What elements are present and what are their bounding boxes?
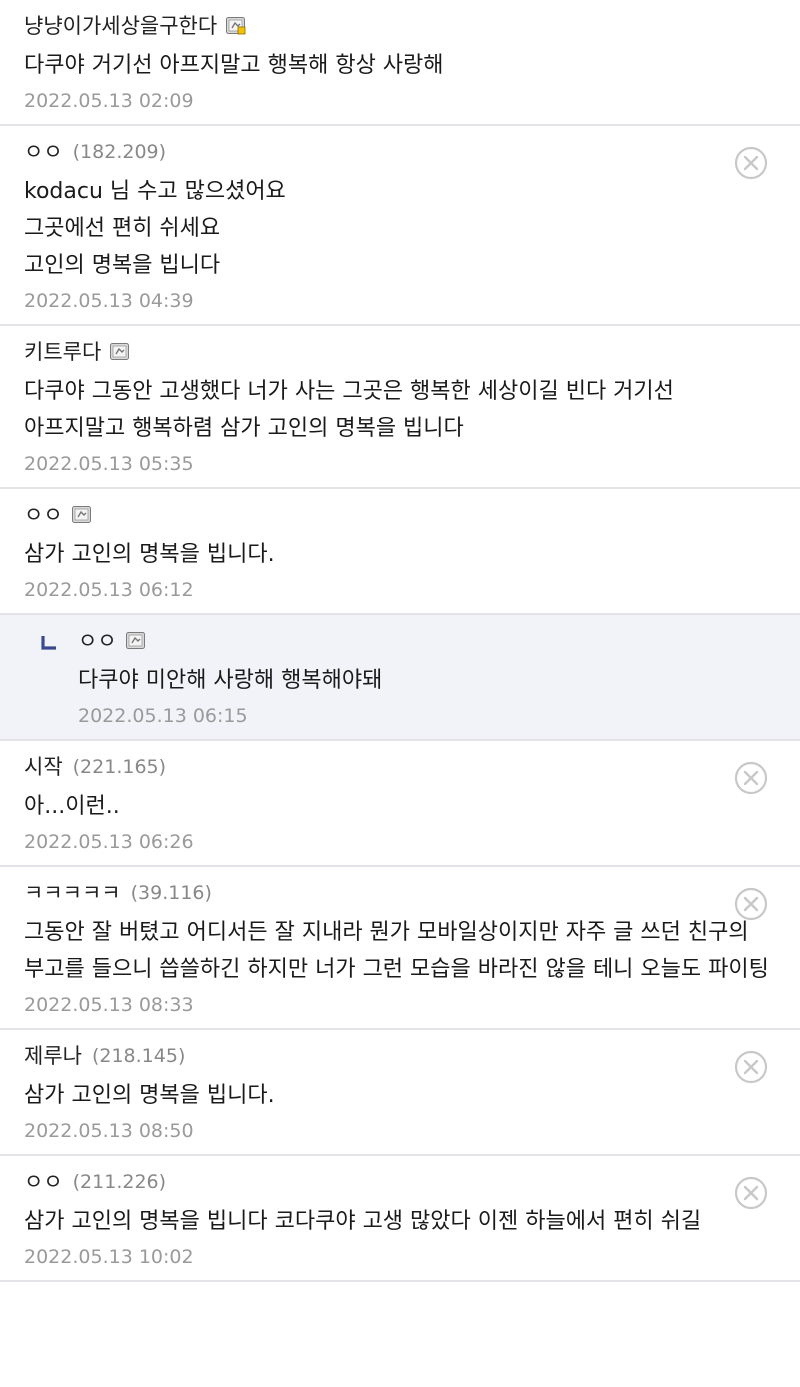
comment-header: ㅇㅇ (78, 624, 776, 658)
comment-item: ㅋㅋㅋㅋㅋ (39.116) 그동안 잘 버텼고 어디서든 잘 지내라 뭔가 모바일… (0, 867, 800, 1030)
comment-body: 다쿠야 거기선 아프지말고 행복해 항상 사랑해 (24, 47, 776, 84)
manager-badge-icon (226, 17, 246, 35)
comment-header: 냥냥이가세상을구한다 (24, 9, 776, 43)
comment-date: 2022.05.13 06:26 (24, 831, 194, 853)
member-badge-icon (125, 632, 146, 650)
comment-text-line: 다쿠야 미안해 사랑해 행복해야돼 (78, 668, 383, 693)
comment-text-line: 그동안 잘 버텼고 어디서든 잘 지내라 뭔가 모바일상이지만 자주 글 쓰던 … (24, 920, 769, 982)
comment-body: 다쿠야 그동안 고생했다 너가 사는 그곳은 행복한 세상이길 빈다 거기선 아… (24, 373, 776, 447)
comment-text-line: 삼가 고인의 명복을 빕니다. (24, 1083, 275, 1108)
member-badge-icon (71, 506, 92, 524)
comment-author-ip: (221.165) (72, 756, 167, 778)
comment-header: ㅋㅋㅋㅋㅋ (39.116) (24, 876, 776, 910)
comment-list: 냥냥이가세상을구한다다쿠야 거기선 아프지말고 행복해 항상 사랑해 2022.0… (0, 0, 800, 1387)
comment-body: 삼가 고인의 명복을 빕니다 코다쿠야 고생 많았다 이젠 하늘에서 편히 쉬길 (24, 1203, 776, 1240)
comment-author[interactable]: ㅋㅋㅋㅋㅋ (24, 876, 121, 910)
comment-header: ㅇㅇ (211.226) (24, 1165, 776, 1199)
comment-item: ㅇㅇ (182.209) kodacu 님 수고 많으셨어요그곳에선 편히 쉬세요고… (0, 126, 800, 326)
comment-text-line: 그곳에선 편히 쉬세요 (24, 216, 221, 241)
delete-comment-button[interactable] (734, 887, 768, 921)
comment-item: ㅇㅇ (211.226) 삼가 고인의 명복을 빕니다 코다쿠야 고생 많았다 이젠… (0, 1156, 800, 1282)
comment-author[interactable]: ㅇㅇ (24, 498, 63, 532)
comment-header: 시작 (221.165) (24, 750, 776, 784)
comment-date: 2022.05.13 05:35 (24, 453, 194, 475)
comment-body: 다쿠야 미안해 사랑해 행복해야돼 (78, 662, 776, 699)
comment-text-line: 아...이런.. (24, 794, 120, 819)
comment-header: ㅇㅇ (182.209) (24, 135, 776, 169)
comment-author[interactable]: 시작 (24, 750, 63, 784)
comment-text-line: 다쿠야 거기선 아프지말고 행복해 항상 사랑해 (24, 53, 444, 78)
comment-item: ㅇㅇ 삼가 고인의 명복을 빕니다. 2022.05.13 06:12 (0, 489, 800, 615)
delete-comment-button[interactable] (734, 1050, 768, 1084)
comment-date: 2022.05.13 06:12 (24, 579, 194, 601)
comment-date: 2022.05.13 02:09 (24, 90, 194, 112)
member-badge-icon (110, 343, 130, 361)
delete-comment-button[interactable] (734, 761, 768, 795)
comment-date: 2022.05.13 08:33 (24, 994, 194, 1016)
comment-header: 키트루다 (24, 335, 776, 369)
comment-item: 제루나 (218.145) 삼가 고인의 명복을 빕니다. 2022.05.13 08… (0, 1030, 800, 1156)
comment-author[interactable]: 냥냥이가세상을구한다 (24, 9, 217, 43)
reply-arrow-icon (40, 635, 58, 651)
comment-body: 삼가 고인의 명복을 빕니다. (24, 536, 776, 573)
comment-body: 그동안 잘 버텼고 어디서든 잘 지내라 뭔가 모바일상이지만 자주 글 쓰던 … (24, 914, 776, 988)
comment-text-line: 삼가 고인의 명복을 빕니다. (24, 542, 275, 567)
comment-date: 2022.05.13 06:15 (78, 705, 248, 727)
comment-author[interactable]: ㅇㅇ (78, 624, 117, 658)
comment-body: kodacu 님 수고 많으셨어요그곳에선 편히 쉬세요고인의 명복을 빕니다 (24, 173, 776, 284)
comment-author[interactable]: ㅇㅇ (24, 135, 63, 169)
comment-author-ip: (218.145) (91, 1045, 186, 1067)
delete-comment-button[interactable] (734, 1176, 768, 1210)
comment-author-ip: (211.226) (72, 1171, 167, 1193)
comment-item: 키트루다다쿠야 그동안 고생했다 너가 사는 그곳은 행복한 세상이길 빈다 거… (0, 326, 800, 489)
comment-item: 냥냥이가세상을구한다다쿠야 거기선 아프지말고 행복해 항상 사랑해 2022.0… (0, 0, 800, 126)
comment-text-line: 다쿠야 그동안 고생했다 너가 사는 그곳은 행복한 세상이길 빈다 거기선 아… (24, 379, 674, 441)
reply-comment: ㅇㅇ 다쿠야 미안해 사랑해 행복해야돼 2022.05.13 06:15 (0, 615, 800, 741)
comment-header: ㅇㅇ (24, 498, 776, 532)
comment-text-line: 고인의 명복을 빕니다 (24, 253, 221, 278)
comment-date: 2022.05.13 04:39 (24, 290, 194, 312)
comment-text-line: kodacu 님 수고 많으셨어요 (24, 179, 286, 204)
comment-body: 삼가 고인의 명복을 빕니다. (24, 1077, 776, 1114)
comment-date: 2022.05.13 10:02 (24, 1246, 194, 1268)
comment-author[interactable]: 제루나 (24, 1039, 82, 1073)
comment-author[interactable]: 키트루다 (24, 335, 101, 369)
comment-item: 시작 (221.165) 아...이런.. 2022.05.13 06:26 (0, 741, 800, 867)
comment-author[interactable]: ㅇㅇ (24, 1165, 63, 1199)
comment-date: 2022.05.13 08:50 (24, 1120, 194, 1142)
delete-comment-button[interactable] (734, 146, 768, 180)
comment-header: 제루나 (218.145) (24, 1039, 776, 1073)
comment-body: 아...이런.. (24, 788, 776, 825)
comment-text-line: 삼가 고인의 명복을 빕니다 코다쿠야 고생 많았다 이젠 하늘에서 편히 쉬길 (24, 1209, 702, 1234)
comment-author-ip: (39.116) (130, 882, 212, 904)
comment-author-ip: (182.209) (72, 141, 167, 163)
